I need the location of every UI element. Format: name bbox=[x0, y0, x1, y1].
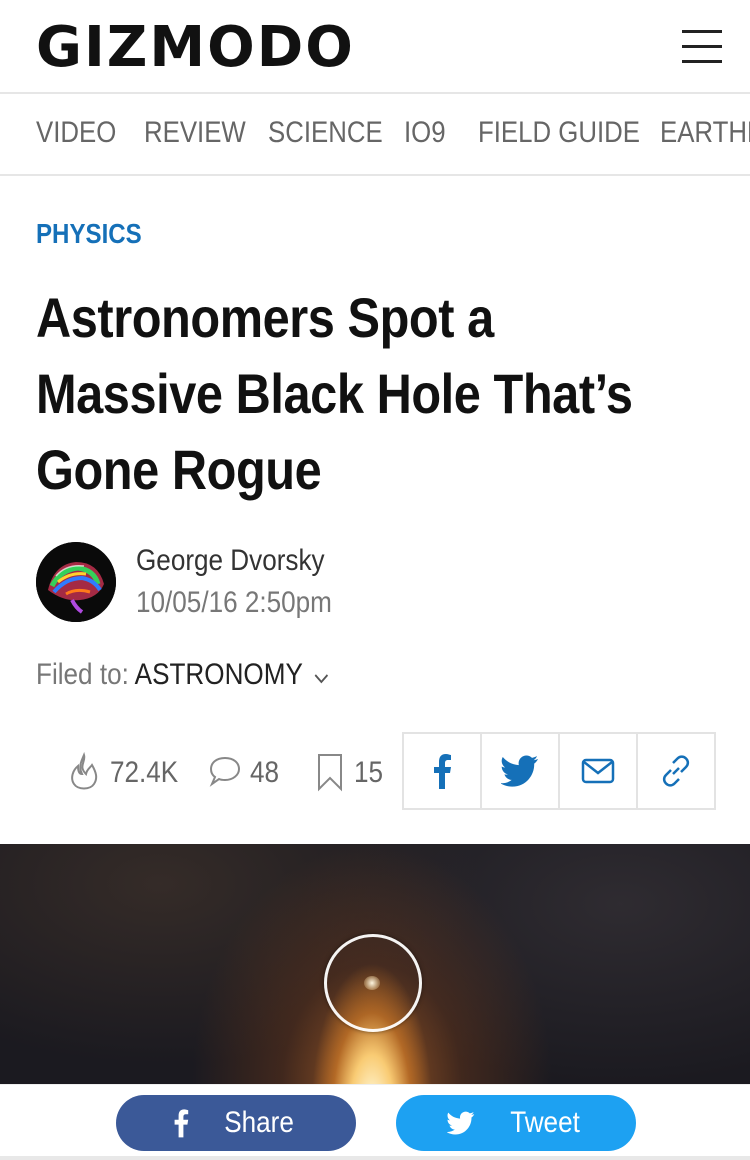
comment-icon[interactable] bbox=[208, 754, 242, 793]
article-headline: Astronomers Spot a Massive Black Hole Th… bbox=[36, 280, 723, 508]
share-button-label: Share bbox=[224, 1106, 294, 1139]
tweet-button-label: Tweet bbox=[510, 1106, 580, 1139]
nav-item-io9[interactable]: IO9 bbox=[404, 116, 446, 150]
nav-item-science[interactable]: SCIENCE bbox=[268, 116, 383, 150]
share-twitter-button[interactable] bbox=[482, 734, 560, 808]
comment-count[interactable]: 48 bbox=[250, 756, 279, 790]
bottom-divider bbox=[0, 1156, 750, 1160]
publish-timestamp[interactable]: 10/05/16 2:50pm bbox=[136, 586, 332, 620]
article-category[interactable]: PHYSICS bbox=[36, 218, 142, 250]
filed-to-tag[interactable]: ASTRONOMY bbox=[135, 658, 303, 691]
share-link-button[interactable] bbox=[638, 734, 714, 808]
filed-to: Filed to: ASTRONOMY bbox=[36, 658, 329, 693]
flame-icon bbox=[68, 751, 100, 797]
headline-line: Astronomers Spot a bbox=[36, 286, 494, 349]
site-logo[interactable]: GIZMODO bbox=[36, 20, 355, 76]
share-facebook-button[interactable] bbox=[404, 734, 482, 808]
facebook-share-button[interactable]: Share bbox=[116, 1095, 356, 1151]
filed-to-label: Filed to: bbox=[36, 658, 129, 691]
nav-item-review[interactable]: REVIEW bbox=[144, 116, 246, 150]
facebook-icon bbox=[174, 1109, 189, 1138]
section-nav: VIDEO REVIEW SCIENCE IO9 FIELD GUIDE EAR… bbox=[0, 94, 750, 176]
bookmark-icon[interactable] bbox=[316, 752, 344, 797]
headline-line: Gone Rogue bbox=[36, 438, 322, 501]
brain-scan-image bbox=[36, 542, 116, 622]
sticky-share-bar: Share Tweet bbox=[0, 1084, 750, 1160]
nav-item-field-guide[interactable]: FIELD GUIDE bbox=[478, 116, 640, 150]
author-avatar[interactable] bbox=[36, 542, 116, 622]
view-count: 72.4K bbox=[110, 756, 179, 789]
twitter-tweet-button[interactable]: Tweet bbox=[396, 1095, 636, 1151]
black-hole-glow bbox=[364, 976, 380, 990]
chevron-down-icon[interactable] bbox=[313, 659, 329, 693]
author-name[interactable]: George Dvorsky bbox=[136, 544, 325, 578]
masthead: GIZMODO bbox=[0, 0, 750, 94]
hamburger-menu-icon[interactable] bbox=[682, 30, 722, 63]
twitter-icon bbox=[446, 1111, 475, 1135]
nav-item-earther[interactable]: EARTHER bbox=[660, 116, 750, 150]
hero-image[interactable] bbox=[0, 844, 750, 1084]
link-icon bbox=[662, 755, 690, 787]
email-icon bbox=[581, 758, 615, 784]
bookmark-count[interactable]: 15 bbox=[354, 756, 383, 790]
facebook-icon bbox=[434, 754, 451, 789]
headline-line: Massive Black Hole That’s bbox=[36, 362, 633, 425]
nav-item-video[interactable]: VIDEO bbox=[36, 116, 116, 150]
share-email-button[interactable] bbox=[560, 734, 638, 808]
share-tools bbox=[402, 732, 716, 810]
twitter-icon bbox=[501, 755, 538, 787]
